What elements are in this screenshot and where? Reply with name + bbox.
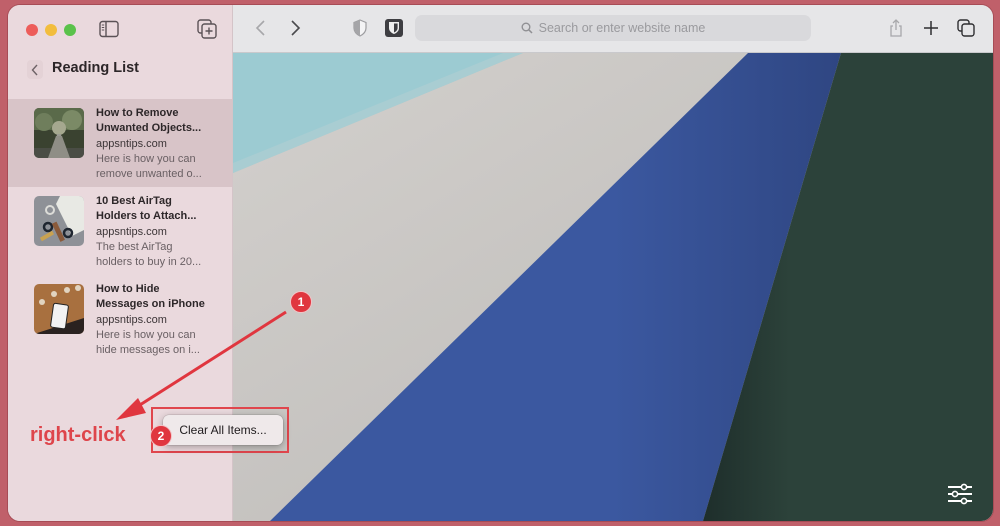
- toolbar: Search or enter website name: [233, 5, 993, 53]
- article-snippet-cont: remove unwanted o...: [96, 168, 202, 181]
- chevron-left-icon: [31, 64, 38, 75]
- shield-icon[interactable]: [350, 18, 370, 38]
- chevron-left-icon[interactable]: [251, 18, 271, 38]
- browser-content: Search or enter website name: [233, 5, 993, 521]
- minimize-button[interactable]: [45, 24, 57, 36]
- reading-list-back-button[interactable]: [27, 60, 43, 79]
- article-snippet-cont: hide messages on i...: [96, 344, 200, 357]
- article-thumbnail: [34, 108, 84, 158]
- close-button[interactable]: [26, 24, 38, 36]
- article-snippet-cont: holders to buy in 20...: [96, 256, 202, 269]
- annotation-badge-2: 2: [150, 425, 172, 447]
- article-title: How to Hide: [96, 283, 160, 295]
- reading-list-title: Reading List: [52, 60, 140, 76]
- article-title-cont: Unwanted Objects...: [96, 122, 202, 135]
- tabs-overview-icon[interactable]: [956, 18, 976, 38]
- context-menu: Clear All Items...: [163, 415, 283, 445]
- reading-list-item[interactable]: How to Hide Messages on iPhone appsntips…: [8, 275, 232, 363]
- article-snippet: Here is how you can: [96, 152, 196, 165]
- plus-icon[interactable]: [921, 18, 941, 38]
- article-snippet: Here is how you can: [96, 328, 196, 341]
- address-placeholder: Search or enter website name: [538, 21, 706, 35]
- share-icon[interactable]: [886, 18, 906, 38]
- chevron-right-icon[interactable]: [285, 18, 305, 38]
- annotation-label: right-click: [30, 424, 126, 446]
- article-thumbnail: [34, 196, 84, 246]
- article-title: How to Remove: [96, 107, 179, 119]
- article-snippet: The best AirTag: [96, 240, 173, 253]
- reading-list-item[interactable]: How to Remove Unwanted Objects... appsnt…: [8, 99, 232, 187]
- context-menu-item-clear-all[interactable]: Clear All Items...: [179, 423, 266, 437]
- article-title-cont: Holders to Attach...: [96, 210, 197, 223]
- reading-list-item[interactable]: 10 Best AirTag Holders to Attach... apps…: [8, 187, 232, 275]
- wallpaper: [233, 53, 993, 521]
- article-domain: appsntips.com: [96, 225, 167, 238]
- article-domain: appsntips.com: [96, 313, 167, 326]
- new-tab-group-icon[interactable]: [196, 18, 218, 40]
- annotation-badge-1: 1: [290, 291, 312, 313]
- sliders-icon[interactable]: [947, 483, 973, 505]
- zoom-button[interactable]: [64, 24, 76, 36]
- address-bar[interactable]: Search or enter website name: [415, 15, 811, 41]
- article-title: 10 Best AirTag: [96, 195, 172, 207]
- sidebar-icon[interactable]: [99, 20, 119, 38]
- start-page-background: [233, 53, 993, 521]
- article-title-cont: Messages on iPhone: [96, 298, 205, 311]
- article-thumbnail: [34, 284, 84, 334]
- bitwarden-shield-icon[interactable]: [384, 18, 404, 38]
- search-icon: [521, 22, 533, 34]
- article-domain: appsntips.com: [96, 137, 167, 150]
- traffic-lights: [26, 24, 76, 36]
